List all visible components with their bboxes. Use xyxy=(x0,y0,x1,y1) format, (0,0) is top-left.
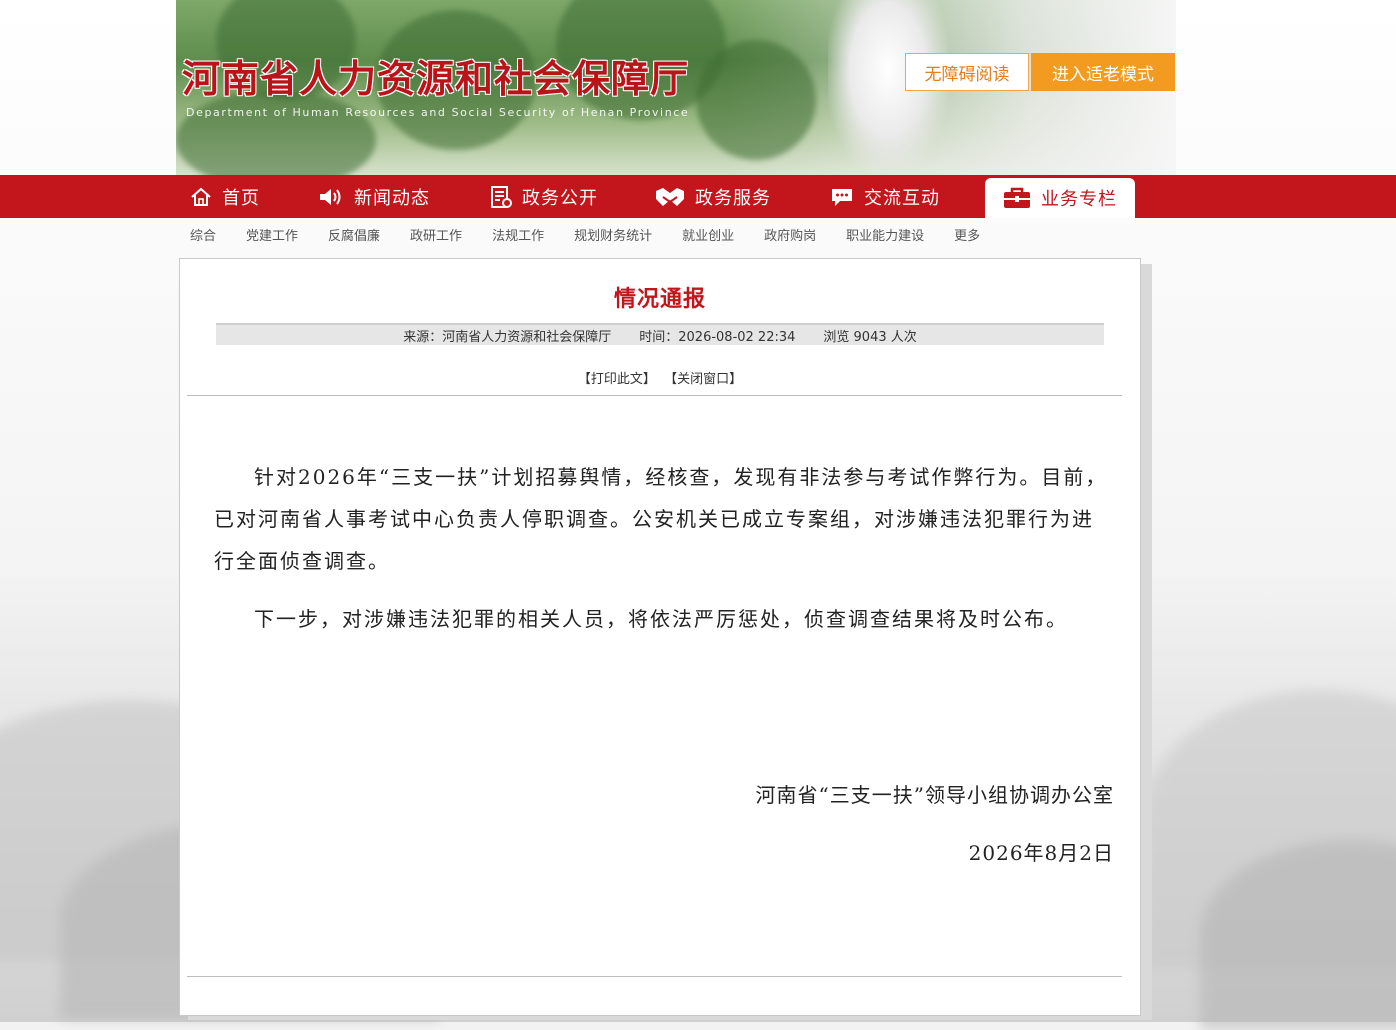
briefcase-icon xyxy=(1004,187,1030,208)
site-subtitle: Department of Human Resources and Social… xyxy=(186,106,690,119)
handshake-icon xyxy=(656,187,684,206)
nav-news[interactable]: 新闻动态 xyxy=(318,175,430,218)
subnav-item[interactable]: 综合 xyxy=(190,225,216,244)
nav-business-column[interactable]: 业务专栏 xyxy=(985,178,1135,218)
close-window-link[interactable]: 【关闭窗口】 xyxy=(664,372,742,387)
article-views: 浏览 9043 人次 xyxy=(823,329,917,345)
article-meta: 来源：河南省人力资源和社会保障厅 时间：2026-08-02 22:34 浏览 … xyxy=(216,323,1104,345)
divider xyxy=(187,395,1122,396)
sub-nav: 综合 党建工作 反腐倡廉 政研工作 法规工作 规划财务统计 就业创业 政府购岗 … xyxy=(190,225,1010,244)
nav-label: 政务服务 xyxy=(695,187,771,209)
subnav-item[interactable]: 政府购岗 xyxy=(764,225,816,244)
nav-interaction[interactable]: 交流互动 xyxy=(830,175,940,218)
elder-mode-button[interactable]: 进入适老模式 xyxy=(1031,53,1175,91)
main-nav: 首页 新闻动态 政务公开 政务服务 交流互动 业务专栏 xyxy=(0,175,1396,218)
article-tools: 【打印此文】 【关闭窗口】 xyxy=(180,368,1140,387)
subnav-item[interactable]: 政研工作 xyxy=(410,225,462,244)
print-link[interactable]: 【打印此文】 xyxy=(578,372,656,387)
subnav-item[interactable]: 职业能力建设 xyxy=(846,225,924,244)
article-signature: 河南省“三支一扶”领导小组协调办公室 xyxy=(755,783,1114,807)
site-title: 河南省人力资源和社会保障厅 xyxy=(182,56,690,101)
header-banner: 河南省人力资源和社会保障厅 Department of Human Resour… xyxy=(176,0,1176,175)
home-icon xyxy=(191,187,211,206)
article-paragraph: 下一步，对涉嫌违法犯罪的相关人员，将依法严厉惩处，侦查调查结果将及时公布。 xyxy=(254,607,1068,631)
article-paragraph: 针对2026年“三支一扶”计划招募舆情，经核查，发现有非法参与考试作弊行为。目前… xyxy=(214,465,1108,573)
subnav-item[interactable]: 就业创业 xyxy=(682,225,734,244)
nav-label: 业务专栏 xyxy=(1041,189,1117,210)
subnav-item[interactable]: 法规工作 xyxy=(492,225,544,244)
article-card: 情况通报 来源：河南省人力资源和社会保障厅 时间：2026-08-02 22:3… xyxy=(179,258,1141,1016)
article-source: 来源：河南省人力资源和社会保障厅 xyxy=(403,329,612,345)
subnav-item[interactable]: 党建工作 xyxy=(246,225,298,244)
nav-label: 政务公开 xyxy=(522,187,598,209)
subnav-item[interactable]: 更多 xyxy=(954,225,980,244)
article-time: 时间：2026-08-02 22:34 xyxy=(639,329,796,345)
subnav-item[interactable]: 反腐倡廉 xyxy=(328,225,380,244)
nav-label: 首页 xyxy=(222,187,260,209)
accessibility-reading-button[interactable]: 无障碍阅读 xyxy=(905,53,1029,91)
speaker-icon xyxy=(320,188,341,205)
document-icon xyxy=(491,185,512,208)
article-title: 情况通报 xyxy=(613,287,706,312)
chat-icon xyxy=(832,188,852,206)
article-body: 针对2026年“三支一扶”计划招募舆情，经核查，发现有非法参与考试作弊行为。目前… xyxy=(214,456,1110,656)
article-date: 2026年8月2日 xyxy=(968,841,1114,865)
nav-home[interactable]: 首页 xyxy=(190,175,260,218)
nav-gov-service[interactable]: 政务服务 xyxy=(655,175,771,218)
subnav-item[interactable]: 规划财务统计 xyxy=(574,225,652,244)
nav-gov-open[interactable]: 政务公开 xyxy=(490,175,598,218)
nav-label: 新闻动态 xyxy=(354,187,430,209)
nav-label: 交流互动 xyxy=(864,187,940,209)
divider xyxy=(187,976,1122,977)
